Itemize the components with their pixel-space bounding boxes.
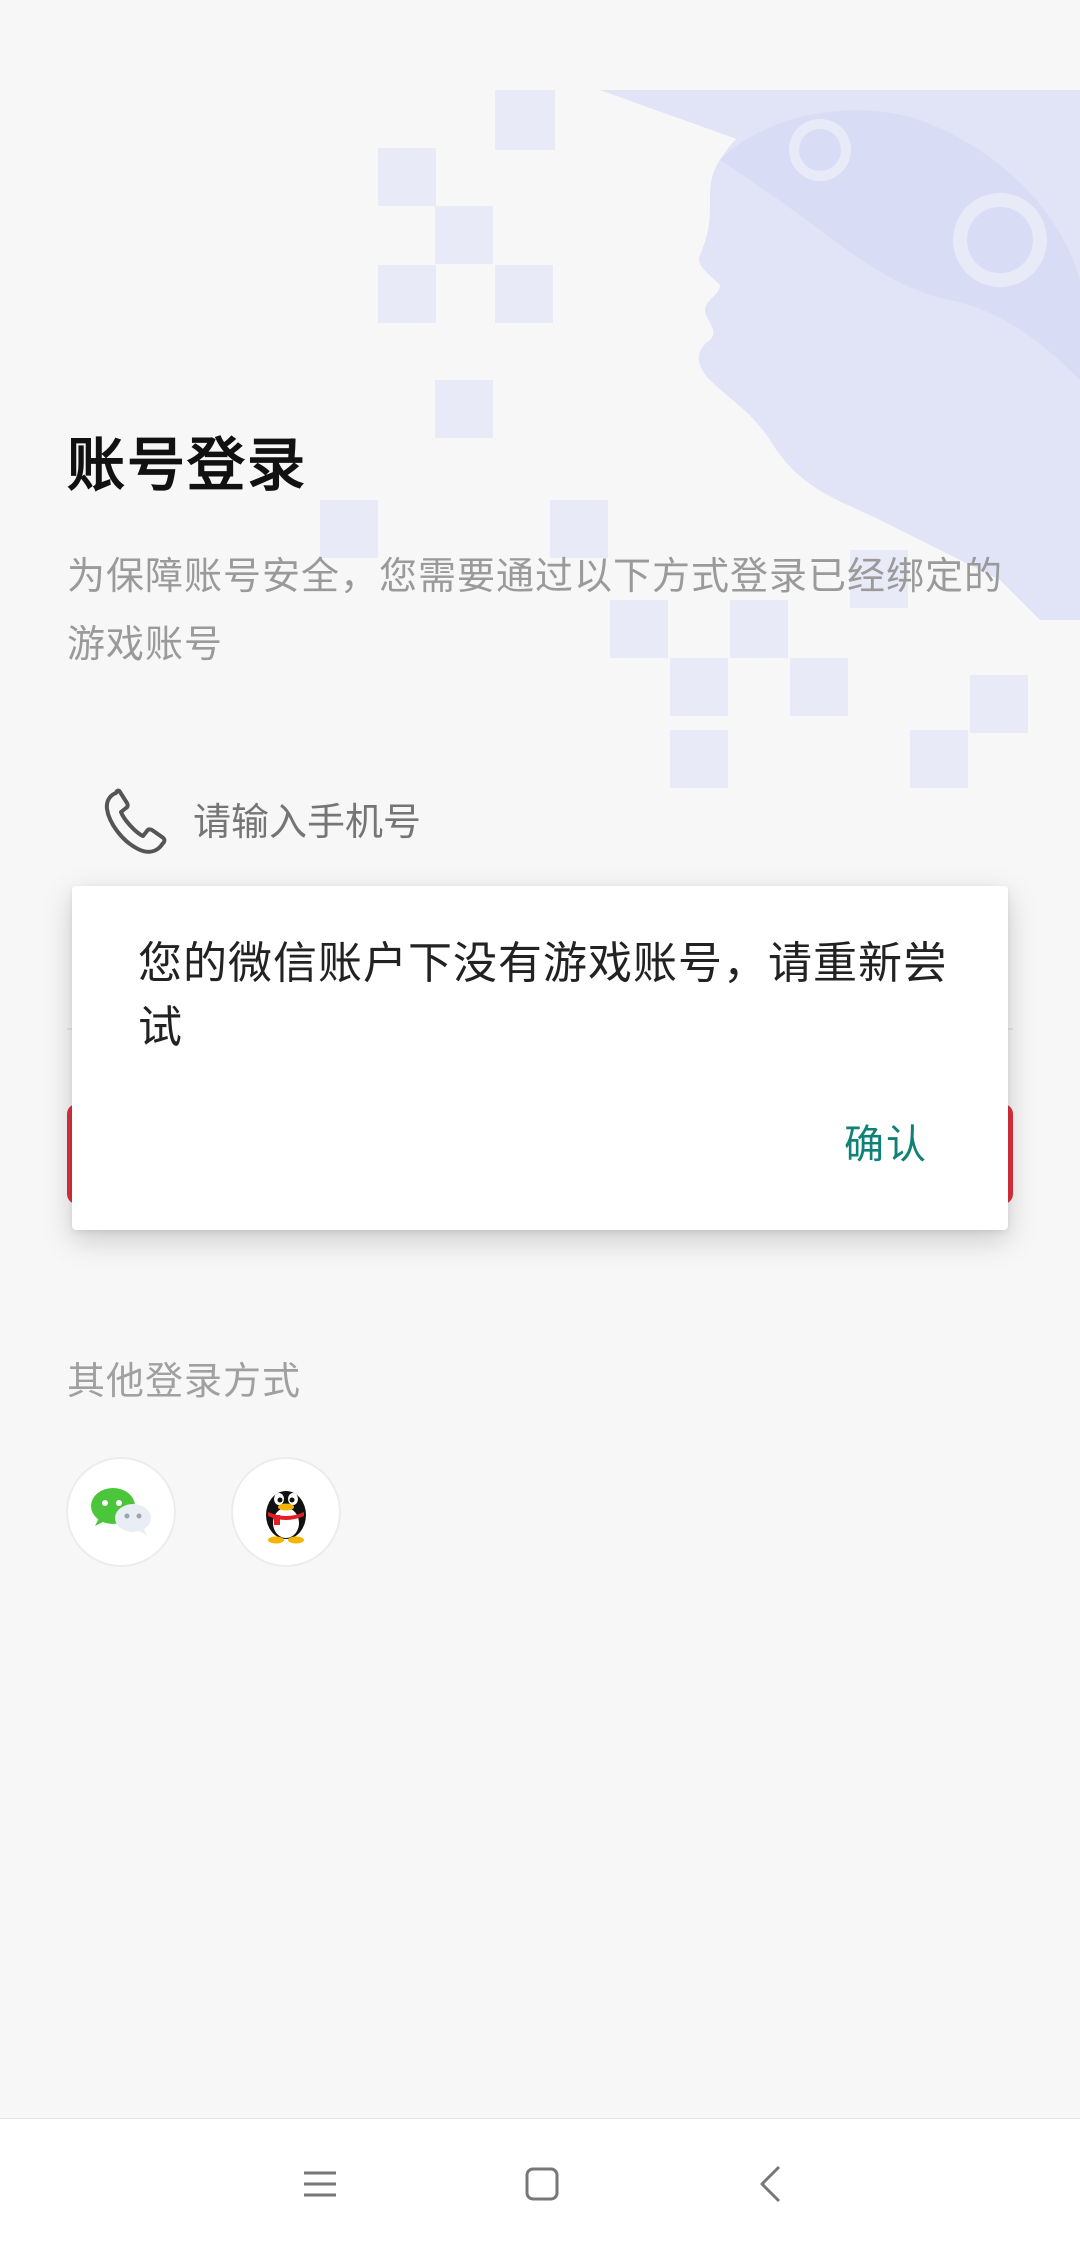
error-dialog: 您的微信账户下没有游戏账号，请重新尝试 确认 xyxy=(72,886,1008,1230)
dialog-message: 您的微信账户下没有游戏账号，请重新尝试 xyxy=(138,938,948,1053)
menu-icon xyxy=(304,2171,336,2197)
login-screen: 账号登录 为保障账号安全，您需要通过以下方式登录已经绑定的游戏账号 其他登录方式 xyxy=(0,0,1080,2248)
confirm-button[interactable]: 确认 xyxy=(844,1112,928,1170)
wechat-icon xyxy=(91,1488,151,1535)
page-title: 账号登录 xyxy=(67,431,308,499)
phone-input[interactable] xyxy=(193,800,893,844)
background-illustration xyxy=(320,90,1080,788)
phone-field-row[interactable] xyxy=(67,776,1013,868)
qq-login-button[interactable] xyxy=(231,1457,341,1567)
phone-icon xyxy=(97,784,173,860)
back-icon xyxy=(760,2165,781,2203)
other-login-methods-label: 其他登录方式 xyxy=(67,1359,302,1403)
nav-menu-button[interactable] xyxy=(280,2149,360,2219)
home-icon xyxy=(525,2167,559,2201)
wechat-login-button[interactable] xyxy=(66,1457,176,1567)
nav-back-button[interactable] xyxy=(730,2149,810,2219)
navigation-bar xyxy=(0,2118,1080,2248)
nav-home-button[interactable] xyxy=(502,2149,582,2219)
login-subtitle: 为保障账号安全，您需要通过以下方式登录已经绑定的游戏账号 xyxy=(67,554,1004,666)
qq-icon xyxy=(266,1491,306,1544)
